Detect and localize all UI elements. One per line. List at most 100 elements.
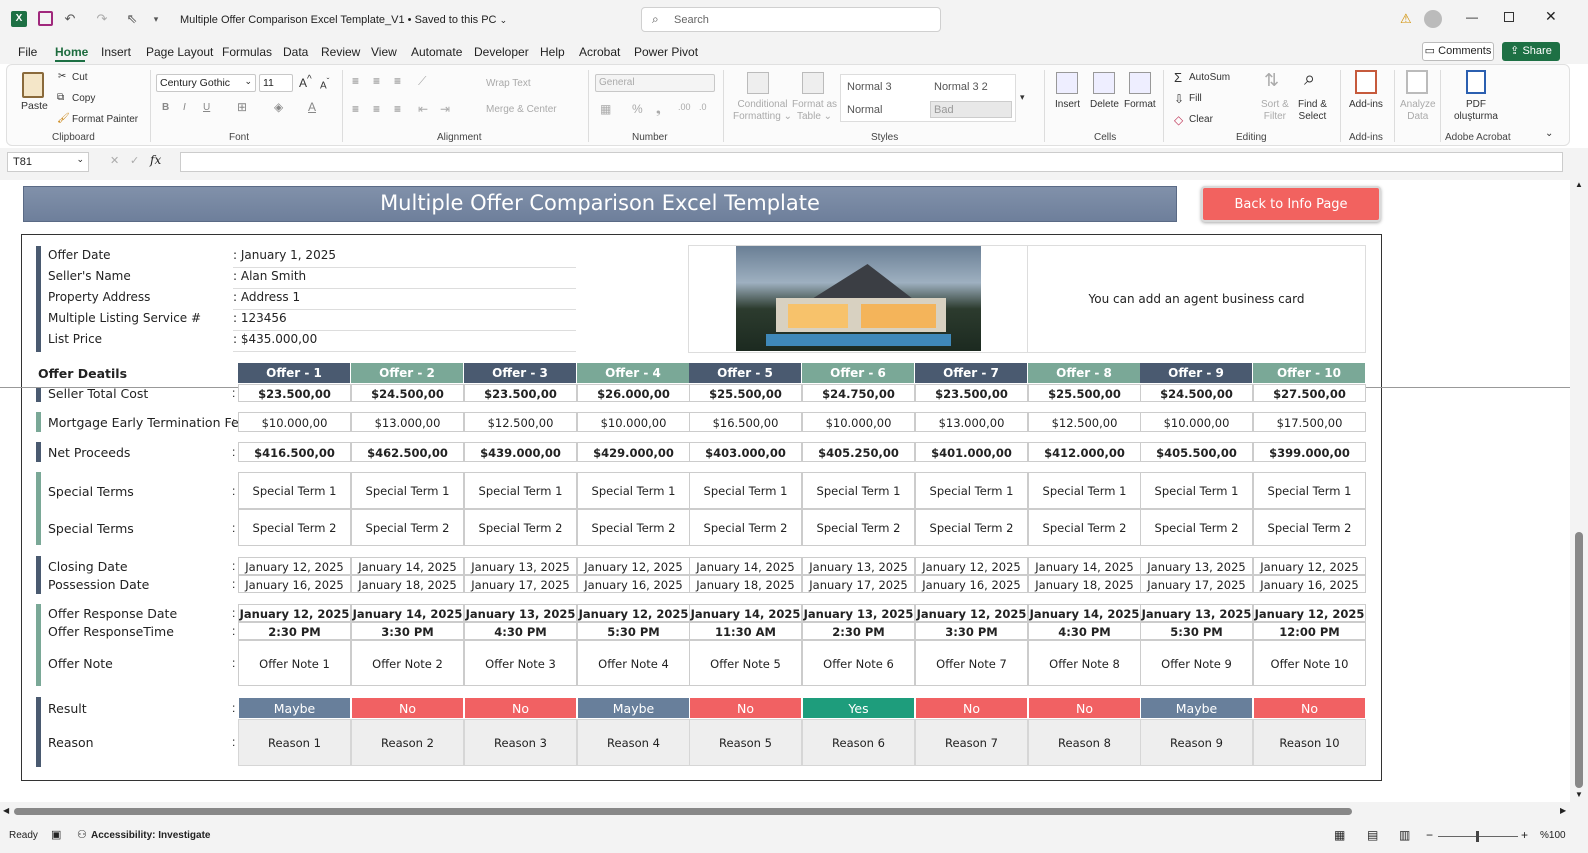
menu-automate[interactable]: Automate (411, 45, 462, 59)
grid-cell[interactable]: $403.000,00 (689, 442, 802, 462)
pdf-create-icon[interactable] (1466, 70, 1486, 94)
delete-cells-icon[interactable] (1093, 72, 1115, 94)
reason-cell[interactable]: Reason 4 (577, 719, 690, 766)
grid-cell[interactable]: $12.500,00 (1028, 412, 1141, 432)
grid-cell[interactable]: January 13, 2025 (464, 604, 577, 622)
grid-cell[interactable]: Offer Note 8 (1028, 640, 1141, 686)
grid-cell[interactable]: $23.500,00 (238, 384, 351, 402)
grid-cell[interactable]: January 16, 2025 (1253, 575, 1366, 593)
reason-cell[interactable]: Reason 5 (689, 719, 802, 766)
insert-cells-button[interactable]: Insert (1055, 99, 1080, 110)
conditional-formatting-icon[interactable] (747, 72, 769, 94)
decrease-decimal-icon[interactable]: .0 (699, 102, 707, 112)
vertical-scroll-thumb[interactable] (1575, 532, 1583, 788)
borders-icon[interactable]: ⊞ (237, 100, 247, 114)
grid-cell[interactable]: January 18, 2025 (689, 575, 802, 593)
grid-cell[interactable]: Special Term 1 (577, 472, 690, 509)
grid-cell[interactable]: $24.500,00 (1140, 384, 1253, 402)
document-title[interactable]: Multiple Offer Comparison Excel Template… (180, 14, 507, 26)
search-box[interactable]: ⌕ Search (641, 7, 941, 32)
scroll-up-icon[interactable]: ▲ (1575, 180, 1583, 189)
grid-cell[interactable]: $24.750,00 (802, 384, 915, 402)
insert-cells-icon[interactable] (1056, 72, 1078, 94)
find-select-button[interactable]: Find & Select (1298, 99, 1327, 123)
percent-icon[interactable]: % (632, 102, 643, 116)
menu-home[interactable]: Home (55, 45, 88, 59)
grid-cell[interactable]: $23.500,00 (464, 384, 577, 402)
result-cell[interactable]: Yes (802, 697, 915, 719)
menu-help[interactable]: Help (540, 45, 565, 59)
grid-cell[interactable]: $10.000,00 (577, 412, 690, 432)
horizontal-scroll-thumb[interactable] (14, 808, 1352, 815)
fill-color-icon[interactable]: ◈ (274, 100, 283, 114)
result-cell[interactable]: No (464, 697, 577, 719)
grid-cell[interactable]: $401.000,00 (915, 442, 1028, 462)
cut-button[interactable]: Cut (72, 72, 88, 83)
grid-cell[interactable]: $23.500,00 (915, 384, 1028, 402)
share-button[interactable]: ⇪ Share (1502, 42, 1560, 61)
comma-icon[interactable]: ❟ (656, 102, 661, 117)
paste-button[interactable]: Paste (21, 100, 48, 112)
zoom-level[interactable]: %100 (1540, 830, 1566, 841)
grid-cell[interactable]: 3:30 PM (915, 622, 1028, 640)
result-cell[interactable]: Maybe (1140, 697, 1253, 719)
grid-cell[interactable]: $25.500,00 (1028, 384, 1141, 402)
grid-cell[interactable]: Special Term 1 (351, 472, 464, 509)
grid-cell[interactable]: Special Term 1 (802, 472, 915, 509)
close-icon[interactable]: ✕ (1545, 8, 1557, 25)
confirm-formula-icon[interactable]: ✓ (130, 154, 139, 167)
grid-cell[interactable]: $16.500,00 (689, 412, 802, 432)
orientation-icon[interactable]: ⟋ (418, 74, 426, 89)
indent-decrease-icon[interactable]: ⇤ (418, 102, 428, 116)
copy-button[interactable]: Copy (72, 93, 95, 104)
format-as-table-icon[interactable] (802, 72, 824, 94)
grid-cell[interactable]: $25.500,00 (689, 384, 802, 402)
grid-cell[interactable]: Offer Note 6 (802, 640, 915, 686)
grid-cell[interactable]: Special Term 2 (689, 509, 802, 546)
grid-cell[interactable]: January 12, 2025 (915, 604, 1028, 622)
collapse-ribbon-icon[interactable]: ⌄ (1545, 128, 1553, 139)
name-box[interactable]: T81 ⌄ (7, 152, 89, 172)
horizontal-scrollbar[interactable]: ◀ ▶ (0, 802, 1588, 822)
bold-icon[interactable]: B (162, 102, 169, 113)
vertical-scrollbar[interactable]: ▲ ▼ (1570, 180, 1588, 802)
grid-cell[interactable]: $10.000,00 (1140, 412, 1253, 432)
styles-more-icon[interactable]: ▾ (1020, 92, 1025, 103)
grid-cell[interactable]: January 14, 2025 (689, 557, 802, 575)
info-value[interactable]: : Address 1 (233, 290, 576, 310)
grid-cell[interactable]: $405.500,00 (1140, 442, 1253, 462)
style-normal-3-2[interactable]: Normal 3 2 (934, 81, 988, 93)
indent-increase-icon[interactable]: ⇥ (440, 102, 450, 116)
grid-cell[interactable]: $439.000,00 (464, 442, 577, 462)
reason-cell[interactable]: Reason 6 (802, 719, 915, 766)
grid-cell[interactable]: 4:30 PM (464, 622, 577, 640)
font-name-select[interactable]: Century Gothic ⌄ (156, 74, 256, 92)
scroll-right-icon[interactable]: ▶ (1560, 806, 1566, 815)
info-value[interactable]: : Alan Smith (233, 269, 576, 289)
page-layout-view-icon[interactable]: ▤ (1367, 828, 1378, 842)
accounting-icon[interactable]: ▦ (600, 102, 611, 116)
back-to-info-button[interactable]: Back to Info Page (1201, 186, 1381, 222)
result-cell[interactable]: Maybe (238, 697, 351, 719)
fill-button[interactable]: Fill (1189, 93, 1202, 104)
page-break-view-icon[interactable]: ▥ (1399, 828, 1410, 842)
grid-cell[interactable]: January 14, 2025 (1028, 604, 1141, 622)
align-middle-icon[interactable]: ≡ (373, 74, 380, 88)
grid-cell[interactable]: $405.250,00 (802, 442, 915, 462)
grid-cell[interactable]: Special Term 1 (1028, 472, 1141, 509)
menu-view[interactable]: View (371, 45, 397, 59)
grid-cell[interactable]: Special Term 2 (915, 509, 1028, 546)
increase-decimal-icon[interactable]: .00 (678, 102, 691, 112)
grid-cell[interactable]: Special Term 2 (238, 509, 351, 546)
delete-cells-button[interactable]: Delete (1090, 99, 1119, 110)
align-center-icon[interactable]: ≡ (373, 102, 380, 116)
zoom-in-icon[interactable]: + (1521, 828, 1528, 842)
result-cell[interactable]: No (915, 697, 1028, 719)
grid-cell[interactable]: $10.000,00 (802, 412, 915, 432)
grid-cell[interactable]: January 14, 2025 (351, 604, 464, 622)
grid-cell[interactable]: Offer Note 7 (915, 640, 1028, 686)
formula-input[interactable] (180, 152, 1563, 172)
reason-cell[interactable]: Reason 1 (238, 719, 351, 766)
grid-cell[interactable]: Special Term 2 (1253, 509, 1366, 546)
grid-cell[interactable]: Special Term 2 (577, 509, 690, 546)
